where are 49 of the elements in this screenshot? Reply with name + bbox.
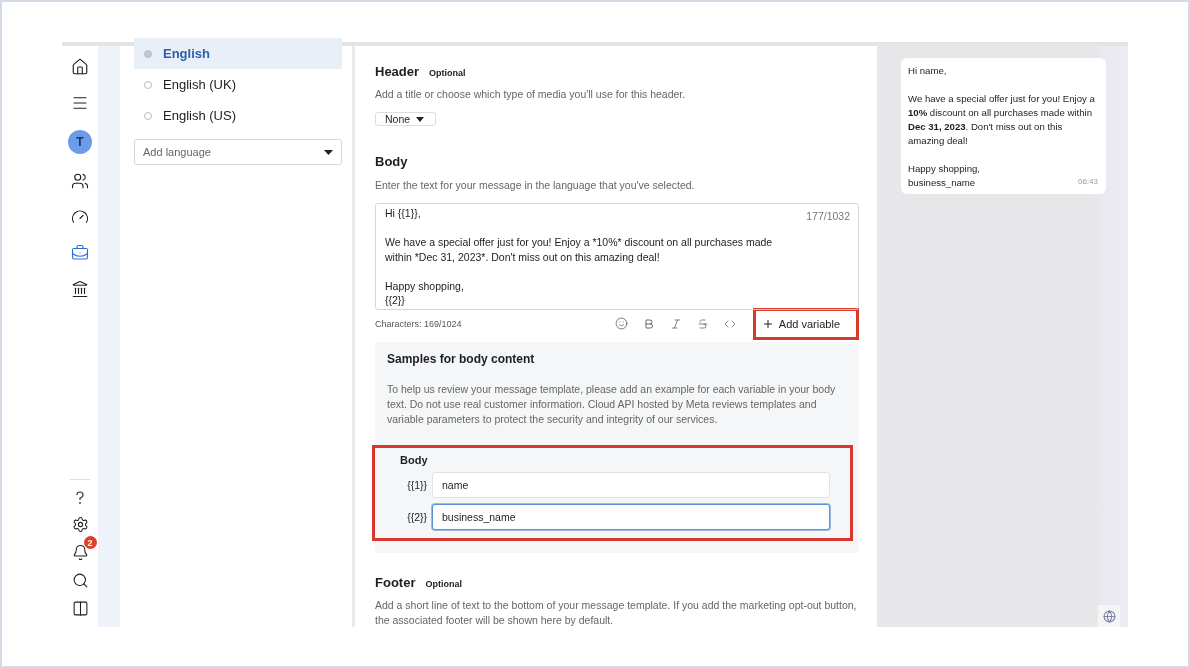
section-title: Footer <box>375 574 416 590</box>
notification-badge: 2 <box>83 536 97 549</box>
help-icon[interactable] <box>75 491 85 505</box>
bell-icon[interactable] <box>71 544 89 561</box>
section-hint: Add a short line of text to the bottom of your message template. If you add the marketing opt-out button, the associated footer will be shown here by default. <box>375 597 858 627</box>
character-count: Characters: 169/1024 <box>375 318 463 329</box>
message-text: Hi name, <box>908 64 947 78</box>
optional-tag: Optional <box>429 68 466 78</box>
globe-icon <box>1102 609 1116 623</box>
language-item[interactable]: English (US) <box>134 100 342 131</box>
briefcase-icon[interactable] <box>71 244 89 262</box>
emoji-icon[interactable] <box>614 317 628 330</box>
plus-icon <box>761 317 774 330</box>
body-text-field[interactable]: Hi {{1}}, We have a special offer just for you! Enjoy a *10%* discount on all purchases made within *Dec 31, 2023*. Don't miss out on this amazing deal! Happy shopping, {{2}} 177/1032 <box>375 203 859 310</box>
bank-icon[interactable] <box>71 280 89 298</box>
message-text: Happy shopping, business_name <box>908 162 980 190</box>
italic-icon[interactable] <box>669 317 682 330</box>
panel-icon[interactable] <box>71 600 89 617</box>
variable-label: {{2}} <box>406 510 427 523</box>
section-hint: Enter the text for your message in the language that you've selected. <box>375 178 696 193</box>
menu-icon[interactable] <box>71 94 89 112</box>
bold-icon[interactable] <box>642 317 655 330</box>
media-type-dropdown[interactable]: None <box>375 112 436 126</box>
character-counter: 177/1032 <box>806 210 850 222</box>
variable-input[interactable]: name <box>432 471 830 498</box>
add-variable-button[interactable]: Add variable <box>752 307 859 340</box>
settings-icon[interactable] <box>71 516 89 533</box>
section-title: Header <box>375 64 420 79</box>
optional-tag: Optional <box>425 578 462 589</box>
add-language-select[interactable]: Add language <box>134 139 342 165</box>
language-item[interactable]: English <box>134 38 342 69</box>
search-icon[interactable] <box>71 572 89 589</box>
group-title: Body <box>400 453 429 466</box>
caret-icon <box>416 116 425 122</box>
caret-icon <box>324 149 333 155</box>
message-text: We have a special offer just for you! Enjoy a 10% discount on all purchases made within Dec 31, 2023. Don't miss out on this amazing deal! <box>908 92 1096 148</box>
message-time: 06:43 <box>1077 176 1098 188</box>
home-icon[interactable] <box>71 58 89 76</box>
avatar[interactable]: T <box>68 130 92 154</box>
gauge-icon[interactable] <box>71 208 89 226</box>
section-hint: Add a title or choose which type of media you'll use for this header. <box>375 87 687 102</box>
language-item[interactable]: English (UK) <box>134 69 342 100</box>
variable-label: {{1}} <box>406 478 427 491</box>
section-title: Body <box>375 154 408 169</box>
samples-description: To help us review your message template, please add an example for each variable in your body text. Do not use real customer information. Cloud API hosted by Meta reviews templates and variable parameters to protect the security and integrity of our services. <box>387 381 837 427</box>
globe-button[interactable] <box>1098 605 1120 627</box>
variable-input[interactable]: business_name <box>432 503 830 530</box>
people-icon[interactable] <box>71 172 89 190</box>
samples-title: Samples for body content <box>387 351 536 366</box>
